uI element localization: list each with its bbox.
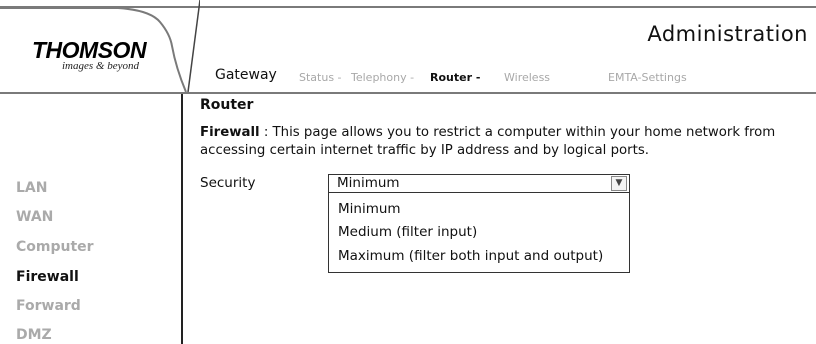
sidebar-divider [181,94,183,344]
nav-telephony[interactable]: Telephony - [351,71,414,84]
page-title: Administration [647,22,808,46]
sidebar-item-firewall[interactable]: Firewall [16,269,79,285]
nav-wireless[interactable]: Wireless [504,71,550,84]
security-select[interactable]: Minimum ▼ [328,174,630,193]
description-text: : This page allows you to restrict a com… [200,125,776,158]
sidebar-item-dmz[interactable]: DMZ [16,327,52,343]
security-label: Security [200,175,256,191]
page-description: Firewall : This page allows you to restr… [200,124,800,160]
sidebar-item-computer[interactable]: Computer [16,239,94,255]
security-selected-value: Minimum [337,175,400,191]
section-title: Router [200,97,254,113]
nav-emta-settings[interactable]: EMTA-Settings [608,71,687,84]
chevron-down-icon[interactable]: ▼ [611,176,627,191]
option-minimum[interactable]: Minimum [338,201,401,217]
option-medium[interactable]: Medium (filter input) [338,224,477,240]
sidebar-item-wan[interactable]: WAN [16,209,53,225]
nav-status[interactable]: Status - [299,71,342,84]
security-dropdown-list: Minimum Medium (filter input) Maximum (f… [328,193,630,273]
nav-router[interactable]: Router - [430,71,480,84]
sidebar-item-lan[interactable]: LAN [16,180,47,196]
nav-gateway[interactable]: Gateway [215,67,277,83]
brand-tagline: images & beyond [62,60,139,72]
sidebar-item-forward[interactable]: Forward [16,298,81,314]
description-keyword: Firewall [200,125,260,140]
option-maximum[interactable]: Maximum (filter both input and output) [338,248,603,264]
